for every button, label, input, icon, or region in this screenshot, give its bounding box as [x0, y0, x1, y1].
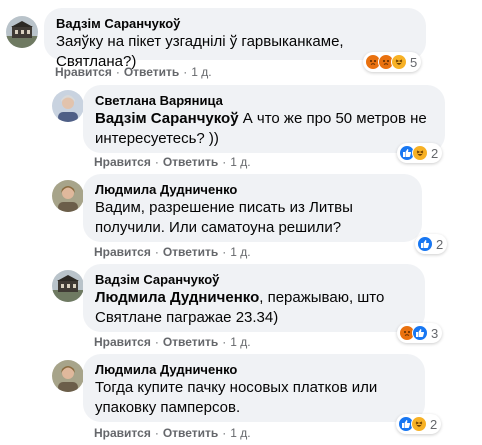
- avatar[interactable]: [52, 270, 84, 302]
- separator: ·: [222, 155, 227, 169]
- separator: ·: [154, 335, 159, 349]
- avatar-building-image: [52, 270, 84, 302]
- haha-reaction-icon: [391, 54, 407, 70]
- reply-link[interactable]: Ответить: [163, 155, 218, 169]
- like-link[interactable]: Нравится: [94, 335, 151, 349]
- comment-author[interactable]: Вадзім Саранчукоў: [56, 16, 414, 32]
- mention-link[interactable]: Людмила Дудниченко: [95, 289, 259, 306]
- separator: ·: [154, 245, 159, 259]
- comment-bubble: Светлана Варяница Вадзім Саранчукоў А чт…: [83, 85, 445, 153]
- like-link[interactable]: Нравится: [94, 245, 151, 259]
- comment-bubble: Вадзім Саранчукоў Людмила Дудниченко, пе…: [83, 264, 425, 332]
- reply-link[interactable]: Ответить: [163, 245, 218, 259]
- comment-text: Людмила Дудниченко, перажываю, што Святл…: [95, 288, 413, 328]
- comment-author[interactable]: Вадзім Саранчукоў: [95, 272, 413, 288]
- reaction-summary[interactable]: 5: [363, 52, 422, 72]
- haha-reaction-icon: [411, 416, 427, 432]
- haha-reaction-icon: [412, 145, 428, 161]
- avatar-building-image: [6, 16, 38, 48]
- timestamp[interactable]: 1 д.: [230, 245, 250, 259]
- like-reaction-icon: [412, 325, 428, 341]
- avatar[interactable]: [52, 90, 84, 122]
- comment-text: Вадим, разрешение писать из Литвы получи…: [95, 199, 353, 236]
- separator: ·: [115, 65, 120, 79]
- reaction-summary[interactable]: 3: [397, 323, 443, 343]
- comment-actions: Нравится · Ответить · 1 д.: [94, 425, 251, 441]
- timestamp[interactable]: 1 д.: [191, 65, 211, 79]
- like-link[interactable]: Нравится: [94, 426, 151, 440]
- avatar-person-image: [52, 180, 84, 212]
- reaction-summary[interactable]: 2: [415, 234, 448, 254]
- comment-author[interactable]: Людмила Дудниченко: [95, 362, 413, 378]
- avatar[interactable]: [52, 360, 84, 392]
- reply-link[interactable]: Ответить: [163, 426, 218, 440]
- reaction-count: 2: [430, 416, 438, 432]
- reaction-count: 2: [436, 236, 444, 252]
- comment-author[interactable]: Людмила Дудниченко: [95, 182, 410, 198]
- reaction-summary[interactable]: 2: [396, 414, 442, 434]
- like-link[interactable]: Нравится: [55, 65, 112, 79]
- like-link[interactable]: Нравится: [94, 155, 151, 169]
- reaction-count: 3: [431, 325, 439, 341]
- like-reaction-icon: [417, 236, 433, 252]
- avatar[interactable]: [52, 180, 84, 212]
- mention-link[interactable]: Вадзім Саранчукоў: [95, 110, 239, 127]
- comment-text: Тогда купите пачку носовых платков или у…: [95, 379, 378, 416]
- comment-actions: Нравится · Ответить · 1 д.: [55, 64, 212, 80]
- avatar-person-image: [52, 90, 84, 122]
- separator: ·: [222, 335, 227, 349]
- timestamp[interactable]: 1 д.: [230, 426, 250, 440]
- comment-actions: Нравится · Ответить · 1 д.: [94, 244, 251, 260]
- separator: ·: [154, 155, 159, 169]
- separator: ·: [222, 245, 227, 259]
- separator: ·: [154, 426, 159, 440]
- comment-actions: Нравится · Ответить · 1 д.: [94, 334, 251, 350]
- reaction-count: 5: [410, 54, 418, 70]
- avatar-person-image: [52, 360, 84, 392]
- reaction-count: 2: [431, 145, 439, 161]
- comment-bubble: Людмила Дудниченко Тогда купите пачку но…: [83, 354, 425, 422]
- reply-link[interactable]: Ответить: [163, 335, 218, 349]
- separator: ·: [183, 65, 188, 79]
- comment-actions: Нравится · Ответить · 1 д.: [94, 154, 251, 170]
- comment-author[interactable]: Светлана Варяница: [95, 93, 433, 109]
- reply-link[interactable]: Ответить: [124, 65, 179, 79]
- timestamp[interactable]: 1 д.: [230, 335, 250, 349]
- avatar[interactable]: [6, 16, 38, 48]
- comment-text: Вадзім Саранчукоў А что же про 50 метров…: [95, 109, 433, 149]
- comment-bubble: Людмила Дудниченко Вадим, разрешение пис…: [83, 174, 422, 242]
- timestamp[interactable]: 1 д.: [230, 155, 250, 169]
- separator: ·: [222, 426, 227, 440]
- reaction-summary[interactable]: 2: [397, 143, 443, 163]
